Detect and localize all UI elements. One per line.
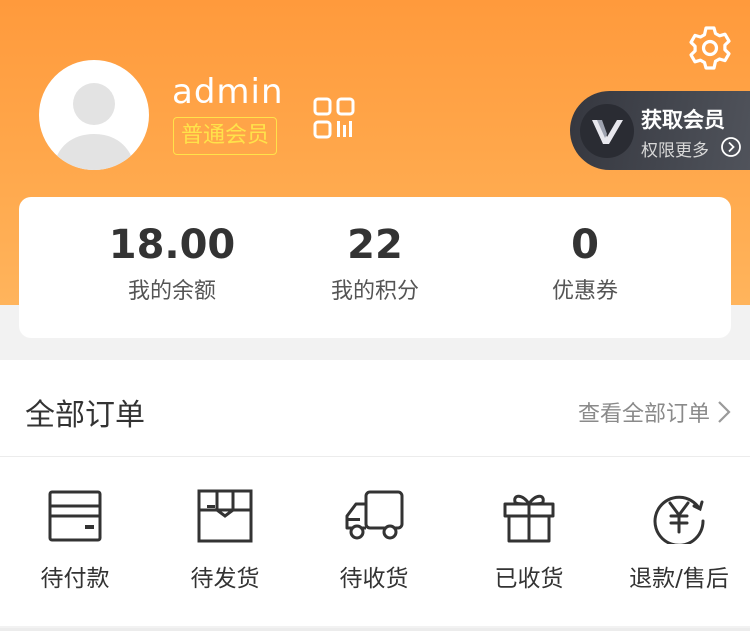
package-icon <box>197 489 253 543</box>
order-status-label: 已收货 <box>494 566 564 592</box>
account-stats-card: 18.00 我的余额 22 我的积分 0 优惠券 <box>19 197 731 338</box>
truck-icon <box>345 490 404 540</box>
view-all-orders-link[interactable]: 查看全部订单 <box>578 396 732 428</box>
vip-title: 获取会员 <box>641 108 725 132</box>
username: admin <box>172 72 284 112</box>
order-status-label: 待付款 <box>40 566 110 592</box>
stat-value: 18.00 <box>108 222 236 268</box>
order-pending-payment[interactable]: 待付款 <box>0 488 150 593</box>
stat-label: 优惠券 <box>551 279 618 304</box>
chevron-right-circle-icon <box>721 137 741 157</box>
qr-code-icon[interactable] <box>313 97 355 139</box>
orders-title: 全部订单 <box>25 398 145 433</box>
stat-label: 我的余额 <box>127 279 216 304</box>
chevron-right-icon <box>718 401 731 423</box>
stat-points[interactable]: 22 我的积分 <box>275 221 475 305</box>
order-status-label: 退款/售后 <box>629 566 729 592</box>
stat-label: 我的积分 <box>330 279 419 304</box>
wallet-icon <box>48 490 102 542</box>
order-status-label: 待发货 <box>190 566 260 592</box>
gear-icon[interactable] <box>686 24 734 72</box>
vip-subtitle: 权限更多 <box>641 141 709 161</box>
orders-header: 全部订单 查看全部订单 <box>0 360 750 457</box>
refund-icon <box>653 495 705 544</box>
order-pending-receipt[interactable]: 待收货 <box>299 488 449 593</box>
stat-balance[interactable]: 18.00 我的余额 <box>72 221 272 305</box>
avatar[interactable] <box>39 60 149 170</box>
stat-value: 22 <box>347 222 403 268</box>
order-pending-shipment[interactable]: 待发货 <box>150 488 300 593</box>
orders-section: 全部订单 查看全部订单 待付款 待发货 待收货 已收货 退款/售后 <box>0 360 750 626</box>
view-all-orders-label: 查看全部订单 <box>577 402 710 427</box>
get-membership-card[interactable]: 获取会员 权限更多 <box>570 91 750 170</box>
order-received[interactable]: 已收货 <box>454 488 604 593</box>
membership-badge: 普通会员 <box>173 117 278 155</box>
stat-coupons[interactable]: 0 优惠券 <box>485 221 685 305</box>
order-refund-aftersales[interactable]: 退款/售后 <box>604 488 750 593</box>
vip-logo-icon <box>580 104 634 158</box>
order-status-label: 待收货 <box>339 566 409 592</box>
stat-value: 0 <box>571 222 599 268</box>
default-avatar-icon <box>53 83 135 170</box>
gift-icon <box>503 494 555 543</box>
